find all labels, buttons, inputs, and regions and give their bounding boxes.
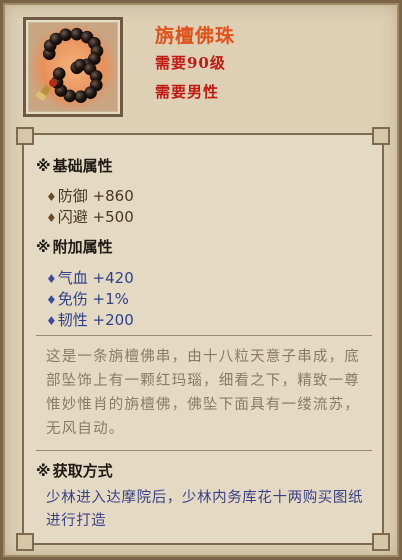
- item-description: 这是一条旃檀佛串，由十八粒天意子串成，底部坠饰上有一颗红玛瑙，细看之下，精致一尊…: [46, 349, 360, 437]
- attribute-row: ♦免伤 +1%: [46, 288, 129, 309]
- panel-corner-ornament: [16, 127, 34, 145]
- panel-corner-ornament: [16, 533, 34, 551]
- attribute-text: 闪避 +500: [57, 208, 134, 226]
- prayer-beads-icon: [29, 23, 117, 111]
- diamond-bullet-icon: ♦: [46, 293, 57, 307]
- prayer-bead: [52, 67, 66, 81]
- extra-attributes-title: ※ 附加属性: [36, 236, 113, 257]
- item-icon-frame: [23, 17, 123, 117]
- section-marker: ※: [36, 462, 51, 480]
- section-divider: [36, 335, 372, 336]
- section-marker: ※: [36, 238, 51, 256]
- attribute-text: 气血 +420: [57, 269, 134, 287]
- item-name: 旃檀佛珠: [155, 25, 236, 47]
- diamond-bullet-icon: ♦: [46, 272, 57, 286]
- requirement-gender: 需要男性: [155, 83, 220, 101]
- section-divider: [36, 450, 372, 451]
- attribute-row: ♦防御 +860: [46, 185, 134, 206]
- basic-attributes-title-text: 基础属性: [52, 157, 113, 175]
- attribute-row: ♦闪避 +500: [46, 206, 134, 227]
- obtain-method-title-text: 获取方式: [52, 462, 113, 480]
- obtain-method-title: ※ 获取方式: [36, 460, 113, 481]
- obtain-method-text: 少林进入达摩院后，少林内务库花十两购买图纸进行打造: [46, 490, 364, 529]
- prayer-bead: [74, 90, 88, 103]
- attributes-panel: ※ 基础属性 ♦防御 +860 ♦闪避 +500 ※ 附加属性 ♦气血 +420 ♦…: [16, 127, 390, 551]
- diamond-bullet-icon: ♦: [46, 314, 57, 328]
- attribute-row: ♦气血 +420: [46, 267, 134, 288]
- attribute-row: ♦韧性 +200: [46, 309, 134, 330]
- prayer-bead: [59, 28, 72, 42]
- panel-corner-ornament: [372, 127, 390, 145]
- diamond-bullet-icon: ♦: [46, 190, 57, 204]
- diamond-bullet-icon: ♦: [46, 211, 57, 225]
- attribute-text: 防御 +860: [57, 187, 134, 205]
- attribute-text: 韧性 +200: [57, 311, 134, 329]
- requirement-level: 需要90级: [155, 54, 226, 72]
- basic-attributes-title: ※ 基础属性: [36, 155, 113, 176]
- extra-attributes-title-text: 附加属性: [52, 238, 113, 256]
- panel-corner-ornament: [372, 533, 390, 551]
- attribute-text: 免伤 +1%: [57, 290, 129, 308]
- item-tooltip: 旃檀佛珠 需要90级 需要男性 ※ 基础属性 ♦防御 +860 ♦闪避 +500 …: [0, 0, 402, 560]
- tooltip-header: 旃檀佛珠 需要90级 需要男性: [3, 3, 399, 125]
- section-marker: ※: [36, 157, 51, 175]
